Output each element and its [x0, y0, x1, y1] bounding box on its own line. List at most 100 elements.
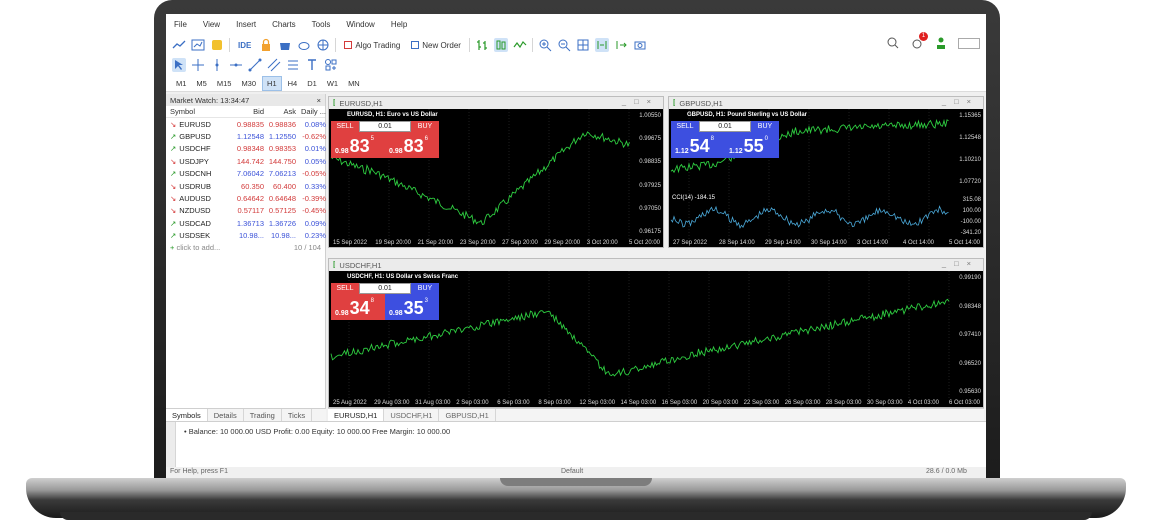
price-tick-label: 1.07720 — [959, 179, 981, 185]
cloud-icon[interactable] — [297, 38, 311, 52]
add-symbol-row[interactable]: + click to add... 10 / 104 — [166, 242, 325, 254]
vertical-line-icon[interactable] — [210, 58, 224, 72]
arrow-up-icon: ↗ — [170, 231, 177, 241]
market-watch-row[interactable]: ↗ GBPUSD 1.12548 1.12550 -0.62% — [166, 130, 326, 142]
bar-chart-icon[interactable] — [475, 38, 489, 52]
lot-size-input[interactable]: 0.01 — [699, 121, 751, 132]
sell-button-label[interactable]: SELL — [331, 121, 359, 132]
market-watch-row[interactable]: ↗ USDCNH 7.06042 7.06213 -0.05% — [166, 168, 326, 180]
profiles-icon[interactable] — [210, 38, 224, 52]
chart-area[interactable]: GBPUSD, H1: Pound Sterling vs US Dollar … — [669, 109, 983, 247]
timeframe-m1[interactable]: M1 — [172, 77, 190, 90]
chart-type-icon[interactable] — [172, 38, 186, 52]
line-chart-icon[interactable] — [513, 38, 527, 52]
column-daily-change[interactable]: Daily ... — [296, 107, 326, 116]
market-watch-row[interactable]: ↘ NZDUSD 0.57117 0.57125 -0.45% — [166, 205, 326, 217]
trendline-icon[interactable] — [248, 58, 262, 72]
sell-button-label[interactable]: SELL — [331, 283, 359, 294]
channel-icon[interactable] — [267, 58, 281, 72]
symbol-name: USDCNH — [179, 169, 212, 179]
account-icon[interactable] — [934, 36, 948, 50]
column-ask[interactable]: Ask — [264, 107, 296, 116]
timeframe-w1[interactable]: W1 — [323, 77, 342, 90]
timeframe-m30[interactable]: M30 — [237, 77, 260, 90]
sell-button[interactable]: 0.98 83 5 — [331, 132, 385, 158]
notifications-icon[interactable]: 1 — [910, 32, 928, 50]
sell-button[interactable]: 0.98 34 8 — [331, 294, 385, 320]
chart-area[interactable]: USDCHF, H1: US Dollar vs Swiss Franc SEL… — [329, 271, 983, 407]
new-order-button[interactable]: New Order — [408, 40, 464, 51]
tab-trading[interactable]: Trading — [244, 409, 282, 421]
timeframe-h4[interactable]: H4 — [284, 77, 302, 90]
tab-usdchf-h1[interactable]: USDCHF,H1 — [384, 409, 440, 421]
timeframe-mn[interactable]: MN — [344, 77, 364, 90]
close-icon[interactable]: × — [317, 96, 321, 105]
market-watch-row[interactable]: ↘ AUDUSD 0.64642 0.64648 -0.39% — [166, 192, 326, 204]
timeframe-d1[interactable]: D1 — [303, 77, 321, 90]
chart-shift-icon[interactable] — [614, 38, 628, 52]
menu-charts[interactable]: Charts — [272, 20, 296, 29]
market-watch-row[interactable]: ↗ USDSEK 10.98... 10.98... 0.23% — [166, 230, 326, 242]
buy-button[interactable]: 1.12 55 0 — [725, 132, 779, 158]
tab-details[interactable]: Details — [208, 409, 244, 421]
bid-cell: 60.350 — [241, 181, 264, 191]
menu-window[interactable]: Window — [346, 20, 374, 29]
algo-trading-button[interactable]: Algo Trading — [341, 40, 403, 51]
market-watch-row[interactable]: ↘ EURUSD 0.98835 0.98836 0.08% — [166, 118, 326, 130]
column-bid[interactable]: Bid — [232, 107, 264, 116]
zoom-in-icon[interactable] — [538, 38, 552, 52]
timeframe-h1[interactable]: H1 — [262, 76, 282, 91]
buy-button-label[interactable]: BUY — [411, 121, 439, 132]
market-watch-row[interactable]: ↗ USDCHF 0.98348 0.98353 0.01% — [166, 143, 326, 155]
menu-tools[interactable]: Tools — [312, 20, 331, 29]
ide-button[interactable]: IDE — [235, 40, 254, 51]
crosshair-icon[interactable] — [191, 58, 205, 72]
text-icon[interactable] — [305, 58, 319, 72]
fibonacci-icon[interactable] — [286, 58, 300, 72]
column-symbol[interactable]: Symbol — [170, 107, 232, 116]
cursor-icon[interactable] — [172, 58, 186, 72]
timeframe-m15[interactable]: M15 — [213, 77, 236, 90]
menu-insert[interactable]: Insert — [236, 20, 256, 29]
shapes-icon[interactable] — [324, 58, 338, 72]
window-controls[interactable]: _□× — [942, 259, 979, 268]
cci-tick-label: -341.20 — [960, 230, 981, 236]
lot-size-input[interactable]: 0.01 — [359, 283, 411, 294]
signals-icon[interactable] — [316, 38, 330, 52]
search-icon[interactable] — [886, 36, 900, 50]
screenshot-icon[interactable] — [633, 38, 647, 52]
sell-button[interactable]: 1.12 54 8 — [671, 132, 725, 158]
timeframe-m5[interactable]: M5 — [192, 77, 210, 90]
candlestick-icon[interactable] — [493, 38, 508, 52]
menu-view[interactable]: View — [203, 20, 220, 29]
ask-cell: 7.06213 — [268, 169, 296, 179]
market-watch-row[interactable]: ↗ USDCAD 1.36713 1.36726 0.09% — [166, 217, 326, 229]
tab-gbpusd-h1[interactable]: GBPUSD,H1 — [439, 409, 496, 421]
market-watch-row[interactable]: ↘ USDRUB 60.350 60.400 0.33% — [166, 180, 326, 192]
chart-window-gbpusd: ⫿ GBPUSD,H1 _□× GBPUSD, H1: Pound Sterli… — [668, 96, 984, 248]
grid-icon[interactable] — [576, 38, 590, 52]
tab-symbols[interactable]: Symbols — [166, 409, 208, 421]
auto-scroll-icon[interactable] — [594, 38, 609, 52]
buy-button-label[interactable]: BUY — [411, 283, 439, 294]
new-chart-icon[interactable] — [191, 38, 205, 52]
zoom-out-icon[interactable] — [557, 38, 571, 52]
menu-help[interactable]: Help — [391, 20, 407, 29]
lock-icon[interactable] — [259, 38, 273, 52]
menu-file[interactable]: File — [174, 20, 187, 29]
tab-ticks[interactable]: Ticks — [282, 409, 313, 421]
window-controls[interactable]: _□× — [942, 97, 979, 106]
tab-eurusd-h1[interactable]: EURUSD,H1 — [328, 409, 385, 421]
market-watch-row[interactable]: ↘ USDJPY 144.742 144.750 0.05% — [166, 155, 326, 167]
price-tick-label: 0.97050 — [639, 205, 661, 212]
market-icon[interactable] — [278, 38, 292, 52]
account-field[interactable] — [958, 37, 980, 49]
chart-area[interactable]: EURUSD, H1: Euro vs US Dollar SELL 0.01 … — [329, 109, 663, 247]
buy-button[interactable]: 0.98 83 6 — [385, 132, 439, 158]
horizontal-line-icon[interactable] — [229, 58, 243, 72]
lot-size-input[interactable]: 0.01 — [359, 121, 411, 132]
window-controls[interactable]: _□× — [622, 97, 659, 106]
sell-button-label[interactable]: SELL — [671, 121, 699, 132]
buy-button[interactable]: 0.98 35 3 — [385, 294, 439, 320]
buy-button-label[interactable]: BUY — [751, 121, 779, 132]
